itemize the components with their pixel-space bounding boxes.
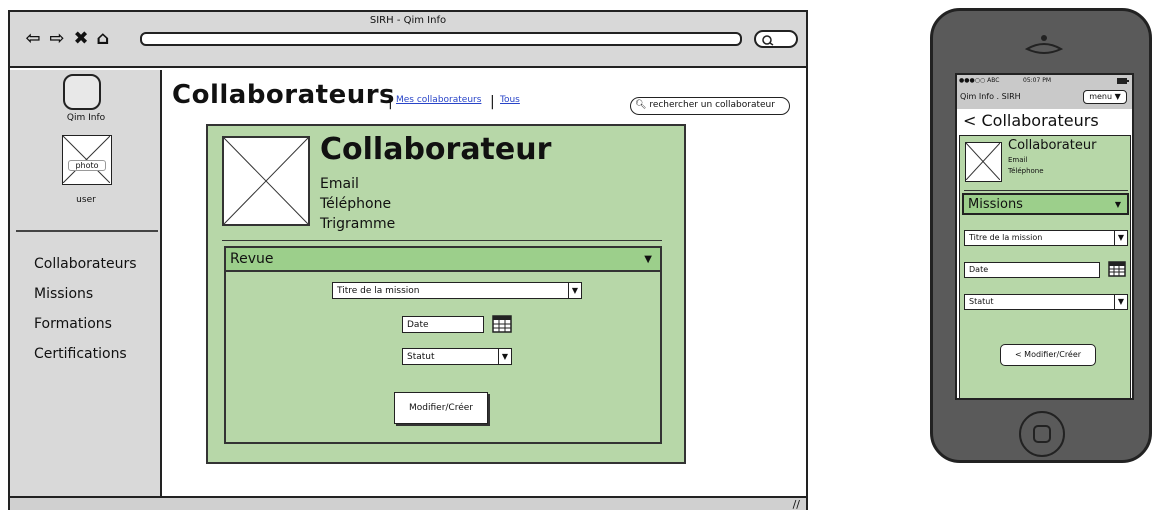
back-arrow-icon[interactable]: ⇦: [22, 28, 44, 50]
logo: [63, 74, 101, 110]
phone-screen: ●●●○○ ABC 05:07 PM Qim Info . SIRH menu …: [955, 73, 1134, 400]
search-icon: 🔍︎: [635, 100, 647, 110]
sidebar-item-certifications[interactable]: Certifications: [34, 346, 127, 362]
collaborator-name: Collaborateur: [320, 132, 552, 167]
window-title: SIRH - Qim Info: [369, 15, 447, 26]
sidebar: Qim Info photo user Collaborateurs Missi…: [10, 70, 162, 496]
date-field[interactable]: Date: [402, 316, 484, 333]
menu-button[interactable]: menu ▼: [1083, 90, 1127, 104]
collaborator-card: Collaborateur Email Téléphone Trigramme …: [206, 124, 686, 464]
mission-title-value: Titre de la mission: [337, 286, 420, 296]
revue-panel: Revue ▼ Titre de la mission ▼ Date Statu…: [224, 246, 662, 444]
collaborator-email: Email: [320, 176, 359, 192]
chevron-down-icon: ▼: [1114, 200, 1121, 209]
logo-label: Qim Info: [66, 113, 106, 123]
browser-search-button[interactable]: [754, 30, 798, 48]
collaborator-name: Collaborateur: [1008, 138, 1097, 153]
statut-value: Statut: [407, 352, 435, 362]
collaborator-telephone: Téléphone: [1008, 167, 1044, 175]
chevron-down-icon: ▼: [1114, 229, 1128, 246]
modifier-creer-button[interactable]: < Modifier/Créer: [1000, 344, 1096, 366]
link-tous[interactable]: Tous: [500, 95, 520, 105]
carrier: ●●●○○ ABC: [959, 77, 1000, 84]
back-collaborateurs-link[interactable]: < Collaborateurs: [963, 111, 1099, 130]
phone-status-bar: ●●●○○ ABC 05:07 PM: [957, 75, 1132, 87]
statut-value: Statut: [969, 297, 994, 306]
phone-speaker-icon: [1025, 35, 1063, 54]
sidebar-item-collaborateurs[interactable]: Collaborateurs: [34, 256, 137, 272]
link-mes-collaborateurs[interactable]: Mes collaborateurs: [396, 95, 481, 105]
date-field[interactable]: Date: [964, 262, 1100, 278]
date-value: Date: [969, 265, 989, 274]
statut-select[interactable]: Statut ▼: [402, 347, 512, 365]
image-placeholder-icon: [966, 143, 1000, 180]
revue-title: Revue: [230, 251, 274, 267]
search-placeholder: rechercher un collaborateur: [649, 100, 775, 110]
phone-nav-bar: Qim Info . SIRH menu ▼: [957, 87, 1132, 109]
chevron-down-icon: ▼: [1114, 293, 1128, 310]
calendar-icon[interactable]: [492, 314, 514, 336]
user-label: user: [76, 195, 96, 205]
mission-title-select[interactable]: Titre de la mission ▼: [964, 229, 1128, 246]
revue-accordion-header[interactable]: Revue ▼: [226, 248, 660, 272]
sidebar-item-formations[interactable]: Formations: [34, 316, 112, 332]
close-icon[interactable]: ✖: [70, 28, 92, 50]
browser-toolbar: SIRH - Qim Info ⇦ ⇨ ✖ ⌂: [10, 12, 806, 68]
sidebar-divider: [16, 230, 158, 232]
collaborator-email: Email: [1008, 156, 1028, 164]
collaborator-trigramme: Trigramme: [320, 216, 396, 232]
chevron-down-icon: ▼: [498, 347, 512, 365]
mission-title-value: Titre de la mission: [969, 233, 1043, 242]
clock: 05:07 PM: [1023, 77, 1051, 84]
home-icon[interactable]: ⌂: [92, 28, 114, 50]
url-bar[interactable]: [140, 32, 742, 46]
collaborator-photo: [965, 142, 1002, 182]
forward-arrow-icon[interactable]: ⇨: [46, 28, 68, 50]
date-value: Date: [407, 320, 429, 330]
phone-device: ●●●○○ ABC 05:07 PM Qim Info . SIRH menu …: [930, 8, 1152, 463]
modifier-creer-button[interactable]: Modifier/Créer: [394, 392, 488, 424]
collaborator-photo: [222, 136, 310, 226]
home-square-icon: [1033, 425, 1051, 443]
app-name: Qim Info . SIRH: [960, 92, 1021, 101]
missions-accordion-header[interactable]: Missions ▼: [962, 193, 1129, 215]
search-input[interactable]: 🔍︎ rechercher un collaborateur: [630, 97, 790, 115]
missions-title: Missions: [968, 197, 1023, 212]
phone-collaborator-card: Collaborateur Email Téléphone Missions ▼…: [959, 135, 1131, 399]
sidebar-item-missions[interactable]: Missions: [34, 286, 93, 302]
image-placeholder-icon: [224, 138, 308, 224]
card-divider: [222, 240, 662, 241]
collaborator-telephone: Téléphone: [320, 196, 392, 212]
calendar-icon[interactable]: [1108, 260, 1128, 280]
resize-grip-icon[interactable]: //: [793, 498, 800, 511]
search-icon: [762, 35, 774, 46]
title-separator: |: [388, 94, 393, 110]
chevron-down-icon: ▼: [644, 254, 652, 265]
title-separator: |: [490, 94, 495, 110]
home-button[interactable]: [1019, 411, 1065, 457]
chevron-down-icon: ▼: [568, 281, 582, 299]
page-title: Collaborateurs: [172, 80, 396, 110]
photo-label: photo: [68, 160, 106, 171]
mission-title-select[interactable]: Titre de la mission ▼: [332, 281, 582, 299]
card-divider: [964, 190, 1128, 191]
status-bar: //: [10, 496, 806, 511]
statut-select[interactable]: Statut ▼: [964, 293, 1128, 310]
battery-icon: [1117, 78, 1129, 84]
